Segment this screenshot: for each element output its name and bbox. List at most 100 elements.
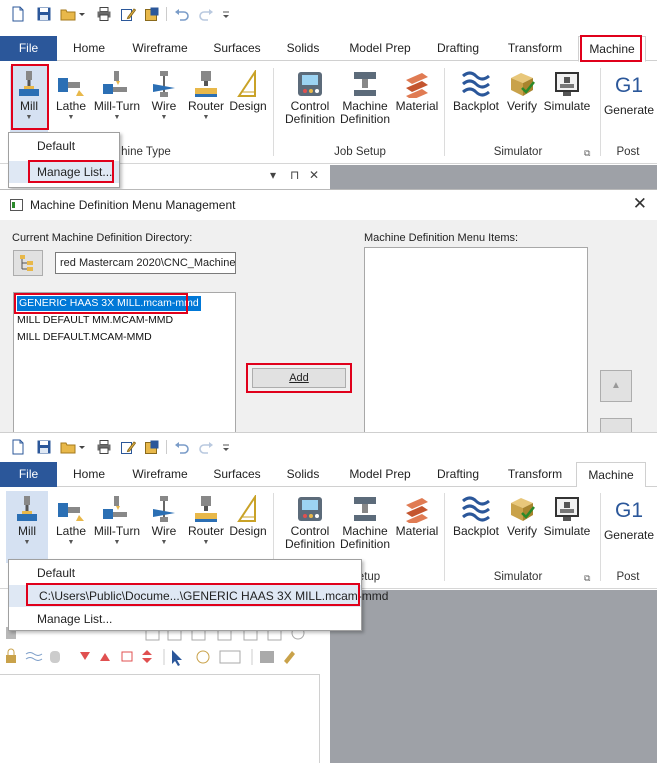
- pane-menu-icon[interactable]: ▾: [270, 168, 276, 182]
- edit-icon[interactable]: [120, 6, 136, 22]
- tab-model-prep[interactable]: Model Prep: [340, 462, 420, 487]
- dropdown-arrow-icon[interactable]: [78, 6, 86, 22]
- save-icon[interactable]: [36, 439, 52, 455]
- menu-item-recent-machine[interactable]: C:\Users\Public\Docume...\GENERIC HAAS 3…: [9, 585, 388, 607]
- g1-icon: G1: [614, 499, 643, 522]
- verify-label: Verify: [506, 524, 537, 538]
- tab-surfaces[interactable]: Surfaces: [205, 36, 269, 61]
- simulate-button[interactable]: Simulate: [541, 66, 593, 138]
- simulate-button[interactable]: Simulate: [541, 491, 593, 563]
- tab-machine[interactable]: Machine: [576, 462, 646, 488]
- qat-separator: [166, 440, 167, 454]
- wire-button[interactable]: Wire ▼: [148, 66, 180, 138]
- tab-model-prep[interactable]: Model Prep: [340, 36, 420, 61]
- print-icon[interactable]: [96, 6, 112, 22]
- tab-machine[interactable]: Machine: [578, 36, 646, 62]
- move-up-button[interactable]: ▲: [600, 370, 632, 402]
- control-definition-button[interactable]: Control Definition: [280, 66, 340, 138]
- tab-home[interactable]: Home: [62, 36, 116, 61]
- tab-home[interactable]: Home: [62, 462, 116, 487]
- router-label: Router: [187, 524, 225, 538]
- undo-icon[interactable]: [174, 6, 190, 22]
- customize-icon[interactable]: [222, 6, 230, 22]
- tab-transform[interactable]: Transform: [500, 462, 570, 487]
- tab-drafting[interactable]: Drafting: [428, 462, 488, 487]
- wire-button[interactable]: Wire ▼: [148, 491, 180, 563]
- lathe-button[interactable]: Lathe ▼: [54, 66, 88, 138]
- mill-turn-label: Mill-Turn: [93, 99, 141, 113]
- generate-button[interactable]: G1 Generate: [603, 66, 655, 138]
- tab-surfaces[interactable]: Surfaces: [205, 462, 269, 487]
- router-button[interactable]: Router ▼: [186, 66, 226, 138]
- design-button[interactable]: Design: [228, 491, 268, 563]
- open-folder-icon[interactable]: [60, 439, 76, 455]
- open-folder-icon[interactable]: [60, 6, 76, 22]
- backplot-button[interactable]: Backplot: [450, 491, 502, 563]
- menu-items-list[interactable]: [364, 247, 588, 432]
- redo-icon[interactable]: [198, 6, 214, 22]
- lathe-label: Lathe: [55, 524, 87, 538]
- generate-button[interactable]: G1 Generate: [603, 491, 655, 563]
- material-button[interactable]: Material: [394, 66, 440, 138]
- dialog-launcher-icon[interactable]: ⧉: [584, 573, 590, 584]
- dropdown-arrow-icon[interactable]: [78, 439, 86, 455]
- operations-tree-pane[interactable]: [0, 674, 320, 763]
- machine-files-list[interactable]: GENERIC HAAS 3X MILL.mcam-mmd MILL DEFAU…: [13, 292, 236, 432]
- tab-file[interactable]: File: [0, 462, 57, 487]
- quick-access-toolbar: [0, 0, 657, 30]
- tab-drafting[interactable]: Drafting: [428, 36, 488, 61]
- tab-transform[interactable]: Transform: [500, 36, 570, 61]
- add-button[interactable]: Add: [252, 368, 346, 388]
- file-list-item[interactable]: GENERIC HAAS 3X MILL.mcam-mmd: [17, 296, 201, 311]
- dialog-title: Machine Definition Menu Management: [30, 198, 236, 212]
- router-button[interactable]: Router ▼: [186, 491, 226, 563]
- file-list-item[interactable]: MILL DEFAULT.MCAM-MMD: [17, 330, 152, 345]
- tab-wireframe[interactable]: Wireframe: [124, 462, 196, 487]
- pane-pin-icon[interactable]: ⊓: [290, 168, 299, 182]
- lathe-button[interactable]: Lathe ▼: [54, 491, 88, 563]
- edit-icon[interactable]: [120, 439, 136, 455]
- directory-field[interactable]: red Mastercam 2020\CNC_Machines\: [55, 252, 236, 274]
- new-file-icon[interactable]: [10, 6, 26, 22]
- mill-button[interactable]: Mill ▼: [10, 66, 48, 138]
- move-down-button[interactable]: [600, 418, 632, 432]
- mill-turn-icon: [103, 71, 127, 94]
- mill-button[interactable]: Mill ▼: [6, 491, 48, 563]
- verify-button[interactable]: Verify: [504, 66, 540, 138]
- print-icon[interactable]: [96, 439, 112, 455]
- operations-toolbar-row-2: [0, 647, 330, 667]
- mill-dropdown-menu: Default Manage List...: [8, 132, 120, 188]
- top-screenshot-panel: File Home Wireframe Surfaces Solids Mode…: [0, 0, 657, 432]
- group-label-post: Post: [616, 146, 640, 158]
- menu-item-default[interactable]: Default: [9, 135, 119, 157]
- undo-icon[interactable]: [174, 439, 190, 455]
- material-button[interactable]: Material: [394, 491, 440, 563]
- menu-item-manage-list[interactable]: Manage List...: [9, 608, 361, 630]
- save-icon[interactable]: [36, 6, 52, 22]
- control-definition-button[interactable]: Control Definition: [280, 491, 340, 563]
- tab-solids[interactable]: Solids: [278, 462, 328, 487]
- machine-definition-button[interactable]: Machine Definition: [338, 491, 392, 563]
- dialog-launcher-icon[interactable]: ⧉: [584, 148, 590, 159]
- backplot-button[interactable]: Backplot: [450, 66, 502, 138]
- machine-definition-button[interactable]: Machine Definition: [338, 66, 392, 138]
- verify-button[interactable]: Verify: [504, 491, 540, 563]
- tab-wireframe[interactable]: Wireframe: [124, 36, 196, 61]
- pane-close-icon[interactable]: ✕: [309, 168, 319, 182]
- browse-directory-button[interactable]: [13, 250, 43, 276]
- tab-solids[interactable]: Solids: [278, 36, 328, 61]
- redo-icon[interactable]: [198, 439, 214, 455]
- dialog-close-button[interactable]: ✕: [633, 194, 647, 214]
- menu-item-manage-list[interactable]: Manage List...: [9, 161, 119, 183]
- wire-icon: [153, 496, 175, 522]
- design-button[interactable]: Design: [228, 66, 268, 138]
- customize-icon[interactable]: [222, 439, 230, 455]
- tab-file[interactable]: File: [0, 36, 57, 61]
- file-list-item[interactable]: MILL DEFAULT MM.MCAM-MMD: [17, 313, 173, 328]
- menu-item-default[interactable]: Default: [9, 562, 361, 584]
- save-as-icon[interactable]: [144, 439, 160, 455]
- new-file-icon[interactable]: [10, 439, 26, 455]
- save-as-icon[interactable]: [144, 6, 160, 22]
- mill-turn-button[interactable]: Mill-Turn ▼: [92, 66, 142, 138]
- mill-turn-button[interactable]: Mill-Turn ▼: [92, 491, 142, 563]
